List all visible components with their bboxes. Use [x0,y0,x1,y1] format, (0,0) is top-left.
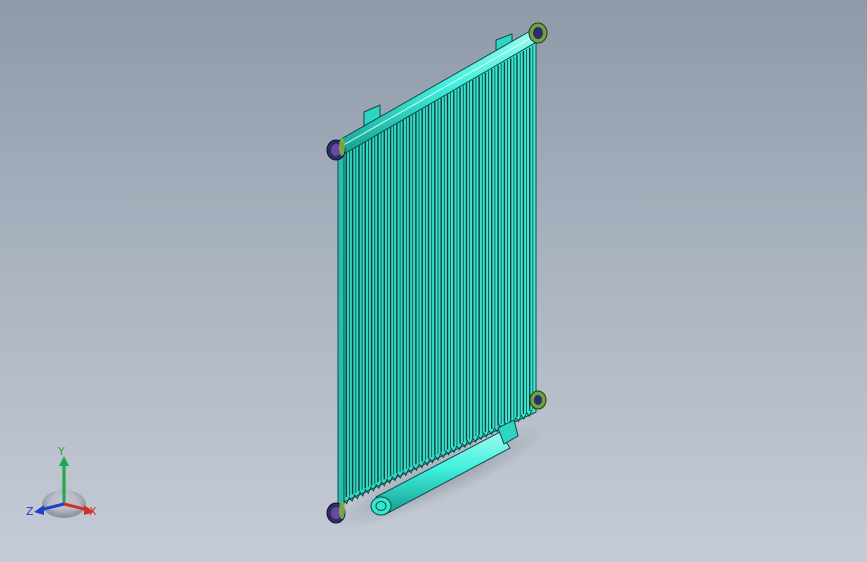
axis-label-y: Y [58,445,65,458]
connector-bottom-left[interactable] [326,501,346,524]
axis-label-z: Z [26,505,34,518]
axis-label-x: X [89,505,97,518]
view-orientation-triad-icon[interactable]: Y Z X [22,446,106,526]
graphics-viewport[interactable]: Y Z X [0,0,867,562]
condenser-model[interactable] [0,0,867,562]
connector-bottom-right[interactable] [529,390,547,410]
connector-top-left[interactable] [326,138,346,161]
left-side-plate [337,147,345,507]
connector-top-right[interactable] [528,22,548,44]
